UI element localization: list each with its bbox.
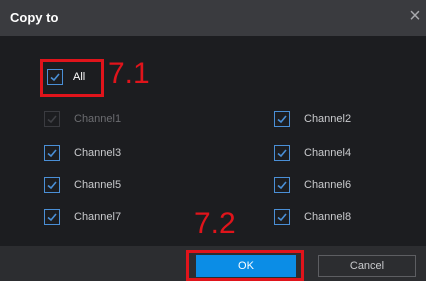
annotation-box-step1 [40, 59, 104, 97]
channel7-label: Channel7 [74, 211, 122, 223]
check-icon [277, 213, 287, 222]
check-icon [47, 181, 57, 190]
dialog-title: Copy to [10, 10, 59, 25]
channel1-checkbox[interactable] [44, 111, 60, 127]
check-icon [47, 213, 57, 222]
check-icon [277, 115, 287, 124]
channel4-label: Channel4 [304, 147, 352, 159]
annotation-box-step2 [186, 250, 304, 281]
channel8-label: Channel8 [304, 211, 352, 223]
annotation-label-step1: 7.1 [108, 57, 150, 90]
channel2-label: Channel2 [304, 113, 352, 125]
channel5-label: Channel5 [74, 179, 122, 191]
copy-to-dialog: Copy to × All Channel1 Channel2 Channel3 [0, 0, 426, 281]
channel6-label: Channel6 [304, 179, 352, 191]
cancel-button[interactable]: Cancel [318, 255, 416, 277]
channel2-checkbox[interactable] [274, 111, 290, 127]
channel6-checkbox[interactable] [274, 177, 290, 193]
check-icon [277, 149, 287, 158]
channel5-checkbox[interactable] [44, 177, 60, 193]
check-icon [277, 181, 287, 190]
channel1-label: Channel1 [74, 113, 122, 125]
close-icon[interactable]: × [406, 6, 424, 26]
channel3-label: Channel3 [74, 147, 122, 159]
dialog-titlebar: Copy to × [0, 0, 426, 36]
channel7-checkbox[interactable] [44, 209, 60, 225]
channel4-checkbox[interactable] [274, 145, 290, 161]
channel3-checkbox[interactable] [44, 145, 60, 161]
check-icon [47, 149, 57, 158]
channel8-checkbox[interactable] [274, 209, 290, 225]
annotation-label-step2: 7.2 [194, 207, 236, 240]
check-icon [47, 115, 57, 124]
